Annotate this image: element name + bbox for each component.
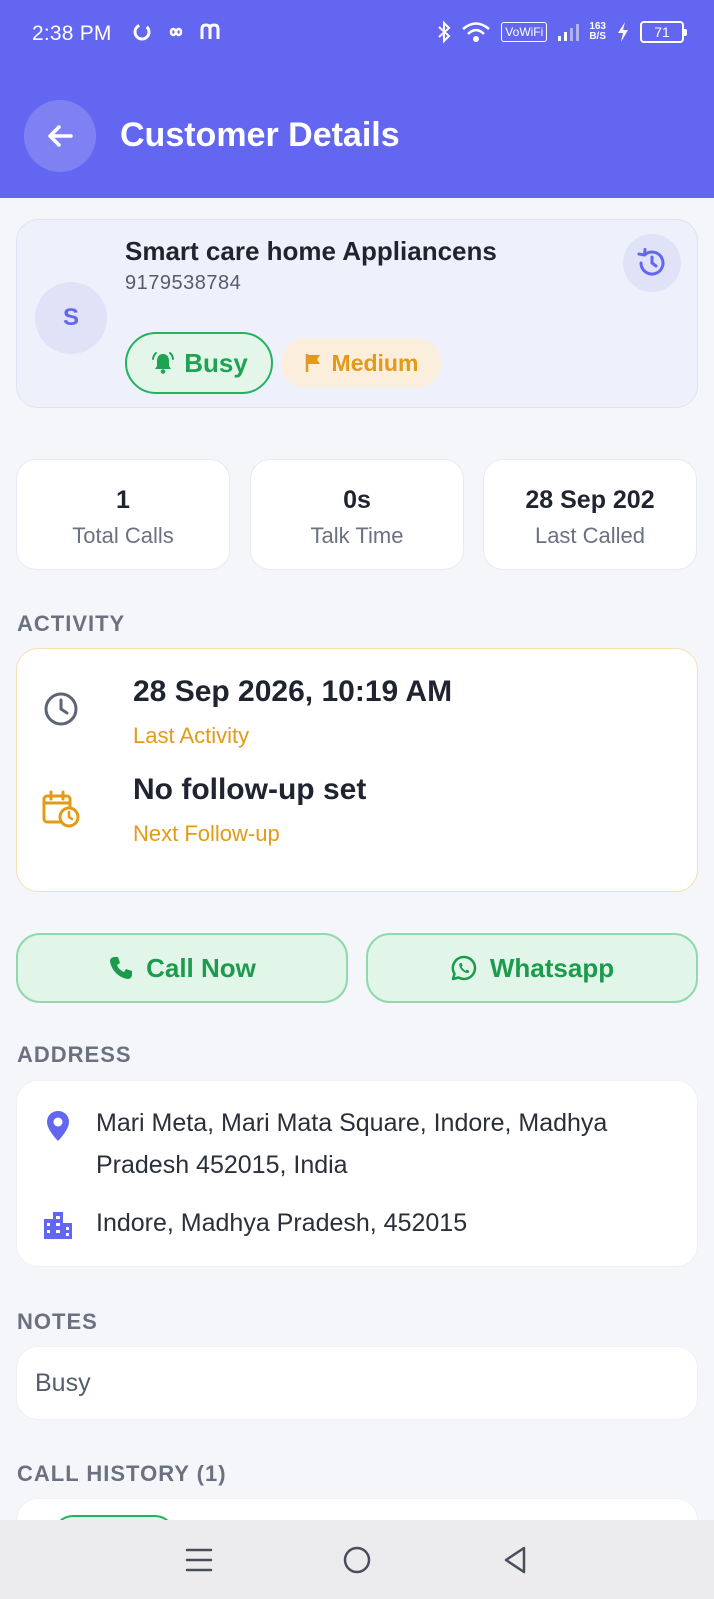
activity-card: 28 Sep 2026, 10:19 AM Last Activity No f… — [16, 648, 698, 892]
city-address: Indore, Madhya Pradesh, 452015 — [96, 1209, 468, 1237]
stat-label: Last Called — [534, 523, 646, 548]
app-bar: Customer Details — [0, 72, 714, 198]
follow-up-row: No follow-up set Next Follow-up — [41, 759, 681, 879]
notes-text: Busy — [35, 1369, 91, 1397]
flag-icon — [305, 354, 320, 372]
whatsapp-icon — [451, 955, 477, 981]
stat-value: 0s — [343, 486, 371, 514]
back-button[interactable] — [24, 100, 96, 172]
sync-icon — [133, 23, 151, 41]
vowifi-badge: VoWiFi — [501, 22, 548, 42]
charging-icon — [618, 22, 628, 42]
history-button[interactable] — [623, 234, 681, 292]
stat-label: Talk Time — [310, 523, 404, 548]
recents-button[interactable] — [169, 1530, 229, 1590]
infinity-icon — [169, 27, 183, 37]
bluetooth-icon — [438, 20, 451, 44]
system-nav-bar — [0, 1520, 714, 1599]
stat-total-calls: 1 Total Calls — [16, 459, 230, 570]
back-triangle-icon — [504, 1546, 526, 1573]
last-activity-label: Last Activity — [133, 723, 250, 748]
follow-up-value: No follow-up set — [133, 773, 367, 806]
menu-icon — [185, 1548, 213, 1571]
phone-icon — [110, 957, 133, 979]
wifi-icon — [462, 22, 491, 42]
stat-talk-time: 0s Talk Time — [250, 459, 464, 570]
network-speed: 163 B/S — [589, 21, 606, 42]
page-title: Customer Details — [120, 116, 400, 154]
history-icon — [637, 248, 665, 276]
activity-section-title: ACTIVITY — [17, 611, 126, 636]
status-badge[interactable]: Busy — [125, 332, 273, 394]
clock-icon — [44, 692, 78, 726]
arrow-left-icon — [48, 125, 73, 147]
call-now-button[interactable]: Call Now — [16, 933, 348, 1003]
priority-badge[interactable]: Medium — [281, 338, 441, 388]
home-button[interactable] — [327, 1530, 387, 1590]
last-activity-row: 28 Sep 2026, 10:19 AM Last Activity — [41, 649, 681, 769]
whatsapp-label: Whatsapp — [489, 952, 615, 983]
call-history-section-title: CALL HISTORY (1) — [17, 1461, 227, 1486]
status-label: Busy — [184, 347, 248, 378]
stat-value: 1 — [116, 486, 130, 514]
last-activity-value: 28 Sep 2026, 10:19 AM — [133, 675, 453, 708]
full-address: Mari Meta, Mari Mata Square, Indore, Mad… — [96, 1109, 608, 1179]
location-pin-icon — [47, 1111, 69, 1141]
customer-card: S Smart care home Appliancens 9179538784… — [16, 219, 698, 408]
notes-card: Busy — [16, 1346, 698, 1420]
status-bar: 2:38 PM VoWiFi 163 B/S 71 — [0, 0, 714, 72]
stat-value: 28 Sep 202 — [525, 486, 655, 514]
notes-section-title: NOTES — [17, 1309, 98, 1334]
battery-indicator: 71 — [640, 21, 687, 43]
stat-label: Total Calls — [72, 523, 174, 548]
priority-label: Medium — [331, 349, 419, 376]
stat-last-called: 28 Sep 202 Last Called — [483, 459, 697, 570]
follow-up-label: Next Follow-up — [133, 821, 280, 846]
call-now-label: Call Now — [146, 952, 256, 983]
bell-ring-icon — [152, 352, 175, 374]
city-building-icon — [44, 1212, 72, 1239]
customer-name: Smart care home Appliancens — [125, 236, 497, 266]
m-app-icon — [200, 23, 220, 39]
status-time: 2:38 PM — [32, 22, 112, 45]
address-card: Mari Meta, Mari Mata Square, Indore, Mad… — [16, 1080, 698, 1267]
home-circle-icon — [343, 1546, 371, 1573]
signal-icon — [558, 24, 580, 41]
address-section-title: ADDRESS — [17, 1042, 132, 1067]
back-nav-button[interactable] — [485, 1530, 545, 1590]
whatsapp-button[interactable]: Whatsapp — [366, 933, 698, 1003]
customer-phone: 9179538784 — [125, 272, 242, 294]
avatar: S — [35, 282, 107, 354]
calendar-clock-icon — [42, 790, 80, 828]
